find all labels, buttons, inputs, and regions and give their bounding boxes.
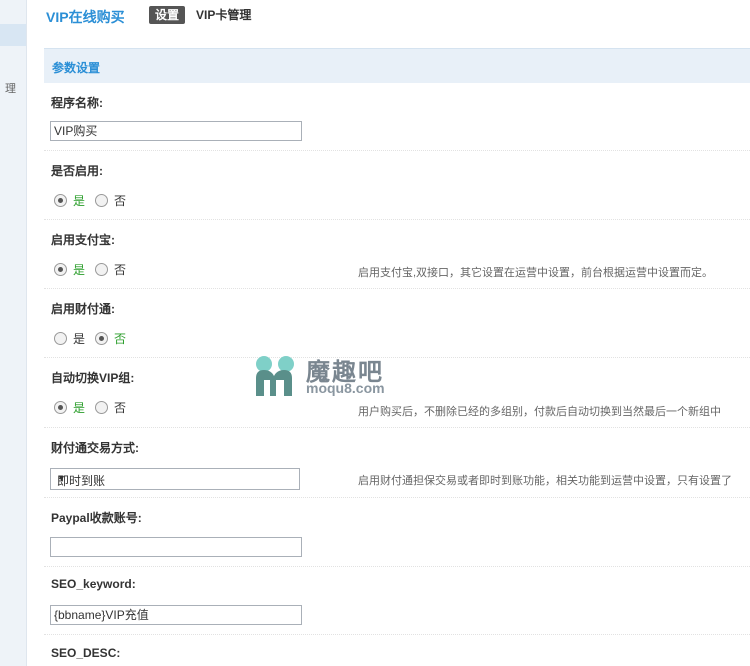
leftnav-active-item[interactable] [0,24,26,46]
alipay-radio-group: 是 否 [54,261,136,277]
tenpay-radio-group: 是 否 [54,330,136,346]
tenpay-yes-label[interactable]: 是 [73,330,85,347]
enabled-label: 是否启用: [51,164,103,178]
section-header: 参数设置 [44,48,750,83]
alipay-yes-radio[interactable] [54,262,67,276]
alipay-tip: 启用支付宝,双接口，其它设置在运营中设置，前台根据运营中设置而定。 [358,267,714,279]
seo-keyword-label: SEO_keyword: [51,577,136,591]
program-name-input[interactable] [50,121,302,141]
alipay-label: 启用支付宝: [51,233,115,247]
enabled-yes-label[interactable]: 是 [73,192,85,209]
enabled-no-radio[interactable] [95,193,109,207]
auto-switch-label: 自动切换VIP组: [51,371,135,385]
tenpay-no-radio[interactable] [95,331,109,345]
left-navigation: 理 [0,0,27,666]
alipay-no-radio[interactable] [95,262,109,276]
alipay-no-label[interactable]: 否 [114,261,126,278]
tenpay-mode-label: 财付通交易方式: [51,441,139,455]
form-row-alipay: 启用支付宝: 是 否 启用支付宝,双接口，其它设置在运营中设置，前台根据运营中设… [44,231,750,289]
paypal-account-input[interactable] [50,537,302,557]
auto-switch-no-radio[interactable] [95,400,109,414]
auto-switch-tip: 用户购买后，不删除已经的多组别，付款后自动切换到当然最后一个新组中 [358,406,721,418]
auto-switch-radio-group: 是 否 [54,399,136,415]
form-row-paypal: Paypal收款账号: [44,509,750,567]
page-title: VIP在线购买 [46,9,125,25]
seo-desc-label: SEO_DESC: [51,646,121,660]
enabled-no-label[interactable]: 否 [114,192,126,209]
auto-switch-no-label[interactable]: 否 [114,399,126,416]
tenpay-mode-select[interactable]: 即时到账 ▼ [50,468,300,490]
tab-vip-card-management[interactable]: VIP卡管理 [196,6,251,24]
form-row-seo-desc: SEO_DESC: [44,646,750,666]
tenpay-no-label[interactable]: 否 [114,330,126,347]
enabled-yes-radio[interactable] [54,193,67,207]
chevron-down-icon: ▼ [57,473,66,483]
tenpay-label: 启用财付通: [51,302,115,316]
tab-settings[interactable]: 设置 [149,6,186,24]
paypal-label: Paypal收款账号: [51,511,142,525]
tenpay-mode-tip: 启用财付通担保交易或者即时到账功能，相关功能到运营中设置，只有设置了 [358,475,732,487]
form-row-enabled: 是否启用: 是 否 [44,162,750,220]
auto-switch-yes-label[interactable]: 是 [73,399,85,416]
tenpay-yes-radio[interactable] [54,331,67,345]
enabled-radio-group: 是 否 [54,192,136,208]
form-row-program-name: 程序名称: [44,94,750,151]
form-row-tenpay-mode: 财付通交易方式: 即时到账 ▼ 启用财付通担保交易或者即时到账功能，相关功能到运… [44,439,750,498]
watermark-logo-icon [256,356,294,396]
auto-switch-yes-radio[interactable] [54,400,67,414]
watermark-url: moqu8.com [306,380,385,396]
form-row-seo-keyword: SEO_keyword: [44,577,750,635]
section-title: 参数设置 [52,61,101,75]
watermark: 魔趣吧 moqu8.com [252,352,422,400]
leftnav-item-label[interactable]: 理 [5,80,21,96]
alipay-yes-label[interactable]: 是 [73,261,85,278]
top-bar: VIP在线购买 设置 VIP卡管理 [26,0,750,34]
program-name-label: 程序名称: [51,96,103,110]
seo-keyword-input[interactable] [50,605,302,625]
form-row-tenpay: 启用财付通: 是 否 [44,300,750,358]
